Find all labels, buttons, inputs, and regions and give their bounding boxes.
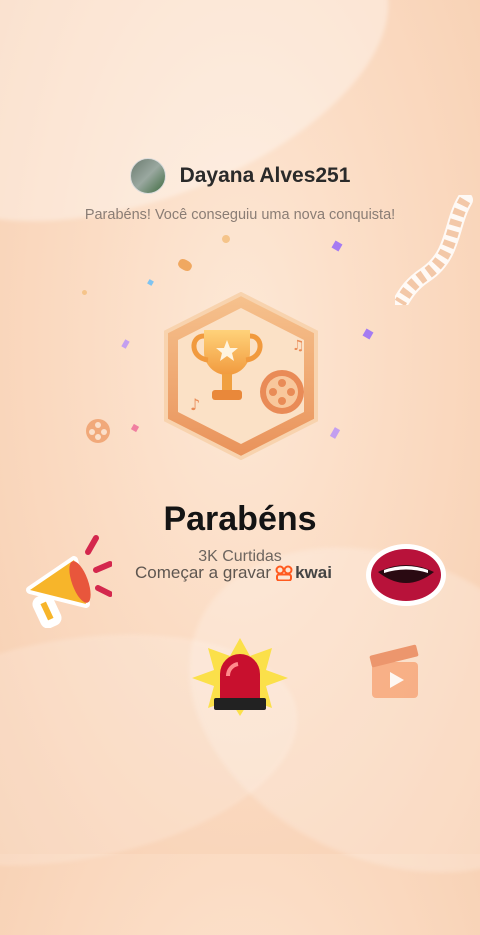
background-swoosh xyxy=(0,0,429,282)
achievement-badge: ♪ ♫ xyxy=(164,292,318,460)
confetti xyxy=(176,257,194,273)
film-strip-icon xyxy=(395,195,473,305)
megaphone-icon xyxy=(26,535,112,628)
confetti xyxy=(329,427,341,439)
avatar[interactable] xyxy=(129,158,166,194)
username: Dayana Alves251 xyxy=(179,164,351,187)
kwai-logo: kwai xyxy=(275,563,332,583)
kwai-icon xyxy=(275,565,293,581)
confetti xyxy=(331,240,343,252)
user-header: Dayana Alves251 xyxy=(0,158,480,194)
confetti xyxy=(220,233,232,245)
confetti xyxy=(362,328,374,340)
record-label: Começar a gravar xyxy=(135,563,272,582)
kwai-brand: kwai xyxy=(295,563,332,582)
svg-text:♫: ♫ xyxy=(292,338,305,354)
confetti xyxy=(147,279,154,286)
lips-icon xyxy=(366,544,446,606)
confetti xyxy=(130,423,140,433)
record-prompt[interactable]: Começar a gravar kwai xyxy=(135,563,332,583)
siren-icon xyxy=(192,638,288,716)
clapperboard-icon xyxy=(369,644,419,698)
svg-text:♪: ♪ xyxy=(190,395,200,414)
film-reel-icon xyxy=(260,370,304,414)
confetti xyxy=(121,339,130,349)
confetti xyxy=(81,289,88,296)
film-reel-icon xyxy=(86,419,110,443)
